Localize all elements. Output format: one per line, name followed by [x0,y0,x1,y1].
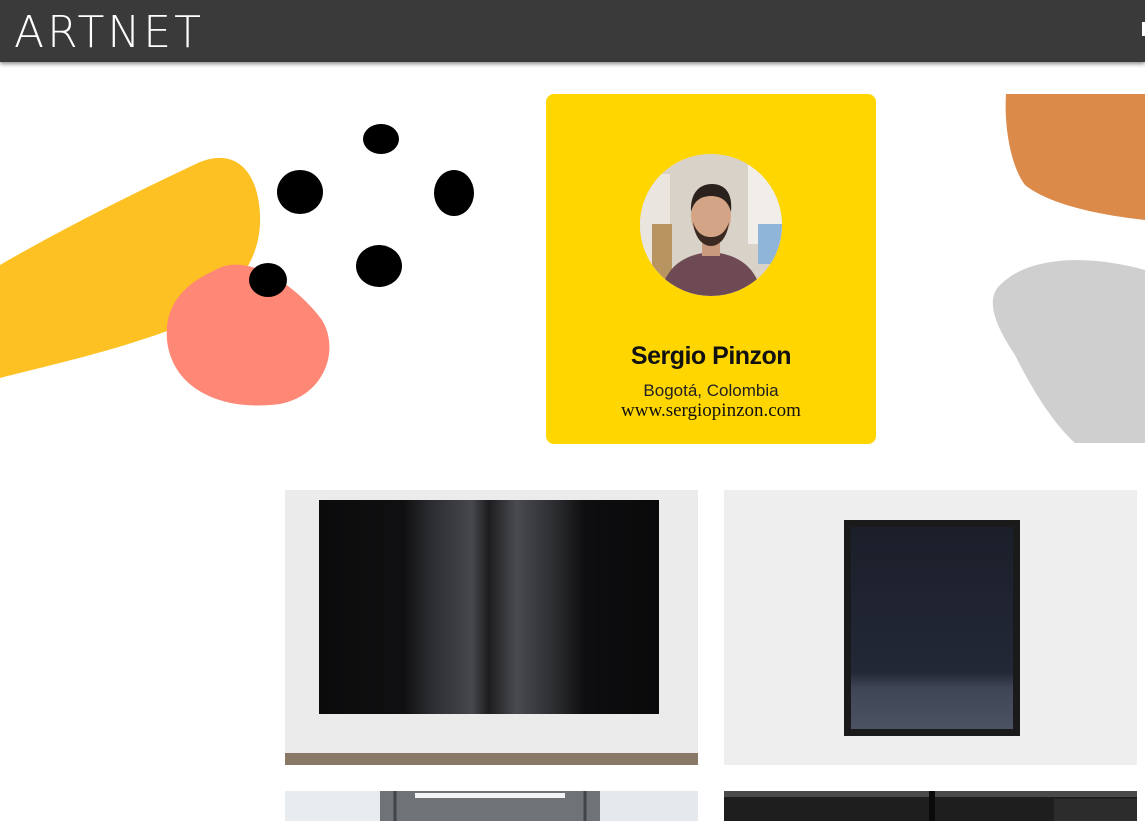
artwork-thumbnail[interactable] [285,490,698,765]
black-dot [356,245,402,287]
artist-location: Bogotá, Colombia [643,381,779,400]
artist-website-link[interactable]: www.sergiopinzon.com [546,400,876,422]
artist-profile-card: Sergio Pinzon Bogotá, Colombia www.sergi… [546,94,876,444]
artwork-thumbnail[interactable] [285,791,698,821]
black-panel-painting-icon [285,490,698,765]
dark-studio-photo-icon [724,791,1137,821]
gray-blob [992,260,1145,443]
top-navigation-bar: ARTNET [0,0,1145,62]
black-dot [434,170,474,216]
artist-name: Sergio Pinzon [630,342,792,370]
black-dot [277,170,323,214]
studio-ceiling-photo-icon [285,791,698,821]
orange-blob [1005,94,1145,220]
pink-blob [166,264,330,406]
artnet-logo[interactable]: ARTNET [14,7,204,58]
artwork-thumbnail[interactable] [724,791,1137,821]
artwork-thumbnail[interactable] [724,490,1137,765]
framed-dark-painting-icon [724,490,1137,765]
black-dot [363,124,399,154]
artist-portrait-icon [640,154,782,296]
black-dot [249,263,287,297]
avatar[interactable] [640,154,782,296]
logo-text: ARTNET [14,7,204,58]
